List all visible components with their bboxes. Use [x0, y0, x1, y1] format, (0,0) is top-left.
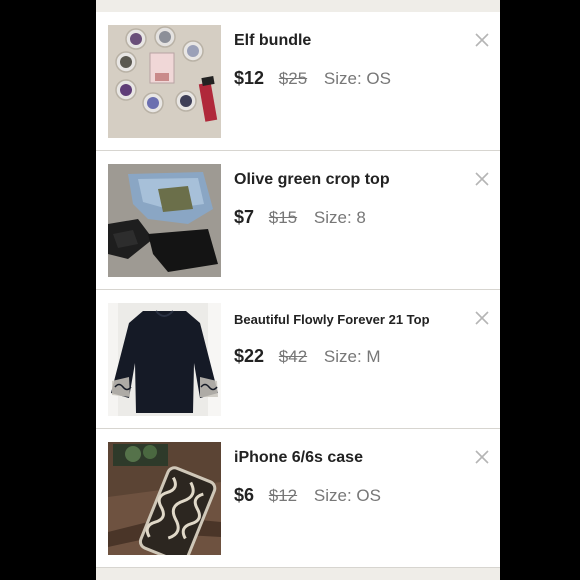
- listing-photo[interactable]: [108, 303, 221, 416]
- listing-prices: $6 $12 Size: OS: [234, 485, 381, 506]
- listing-photo[interactable]: [108, 25, 221, 138]
- close-icon[interactable]: [474, 449, 490, 465]
- listing-original-price: $25: [278, 69, 308, 88]
- close-icon[interactable]: [474, 32, 490, 48]
- listing-original-price: $12: [268, 486, 298, 505]
- listing-price: $22: [234, 346, 265, 366]
- close-icon[interactable]: [474, 171, 490, 187]
- app-screen: Elf bundle $12 $25 Size: OS Olive green …: [96, 0, 500, 580]
- listing-price: $7: [234, 207, 255, 227]
- listing-original-price: $15: [268, 208, 298, 227]
- listing-price: $6: [234, 485, 255, 505]
- listing-card-forever21-top[interactable]: Beautiful Flowly Forever 21 Top $22 $42 …: [96, 290, 500, 429]
- listing-title[interactable]: iPhone 6/6s case: [234, 449, 464, 467]
- listing-title[interactable]: Beautiful Flowly Forever 21 Top: [234, 312, 464, 327]
- listing-card-iphone-case[interactable]: iPhone 6/6s case $6 $12 Size: OS: [96, 429, 500, 568]
- listing-price: $12: [234, 68, 265, 88]
- close-icon[interactable]: [474, 310, 490, 326]
- listing-card-olive-crop-top[interactable]: Olive green crop top $7 $15 Size: 8: [96, 151, 500, 290]
- listing-prices: $12 $25 Size: OS: [234, 68, 391, 89]
- listing-size-label: Size:: [323, 347, 362, 366]
- listing-card-elf-bundle[interactable]: Elf bundle $12 $25 Size: OS: [96, 12, 500, 151]
- listing-original-price: $42: [278, 347, 308, 366]
- listing-photo[interactable]: [108, 442, 221, 555]
- listing-size-label: Size:: [323, 69, 362, 88]
- listing-size-label: Size:: [313, 486, 352, 505]
- listing-size-label: Size:: [313, 208, 352, 227]
- listing-prices: $22 $42 Size: M: [234, 346, 381, 367]
- listing-size: M: [366, 347, 381, 366]
- listing-size: OS: [366, 69, 391, 88]
- listing-size: OS: [356, 486, 381, 505]
- listing-title[interactable]: Elf bundle: [234, 32, 464, 50]
- listing-list: Elf bundle $12 $25 Size: OS Olive green …: [96, 12, 500, 568]
- listing-photo[interactable]: [108, 164, 221, 277]
- listing-prices: $7 $15 Size: 8: [234, 207, 366, 228]
- listing-title[interactable]: Olive green crop top: [234, 171, 464, 189]
- listing-size: 8: [356, 208, 366, 227]
